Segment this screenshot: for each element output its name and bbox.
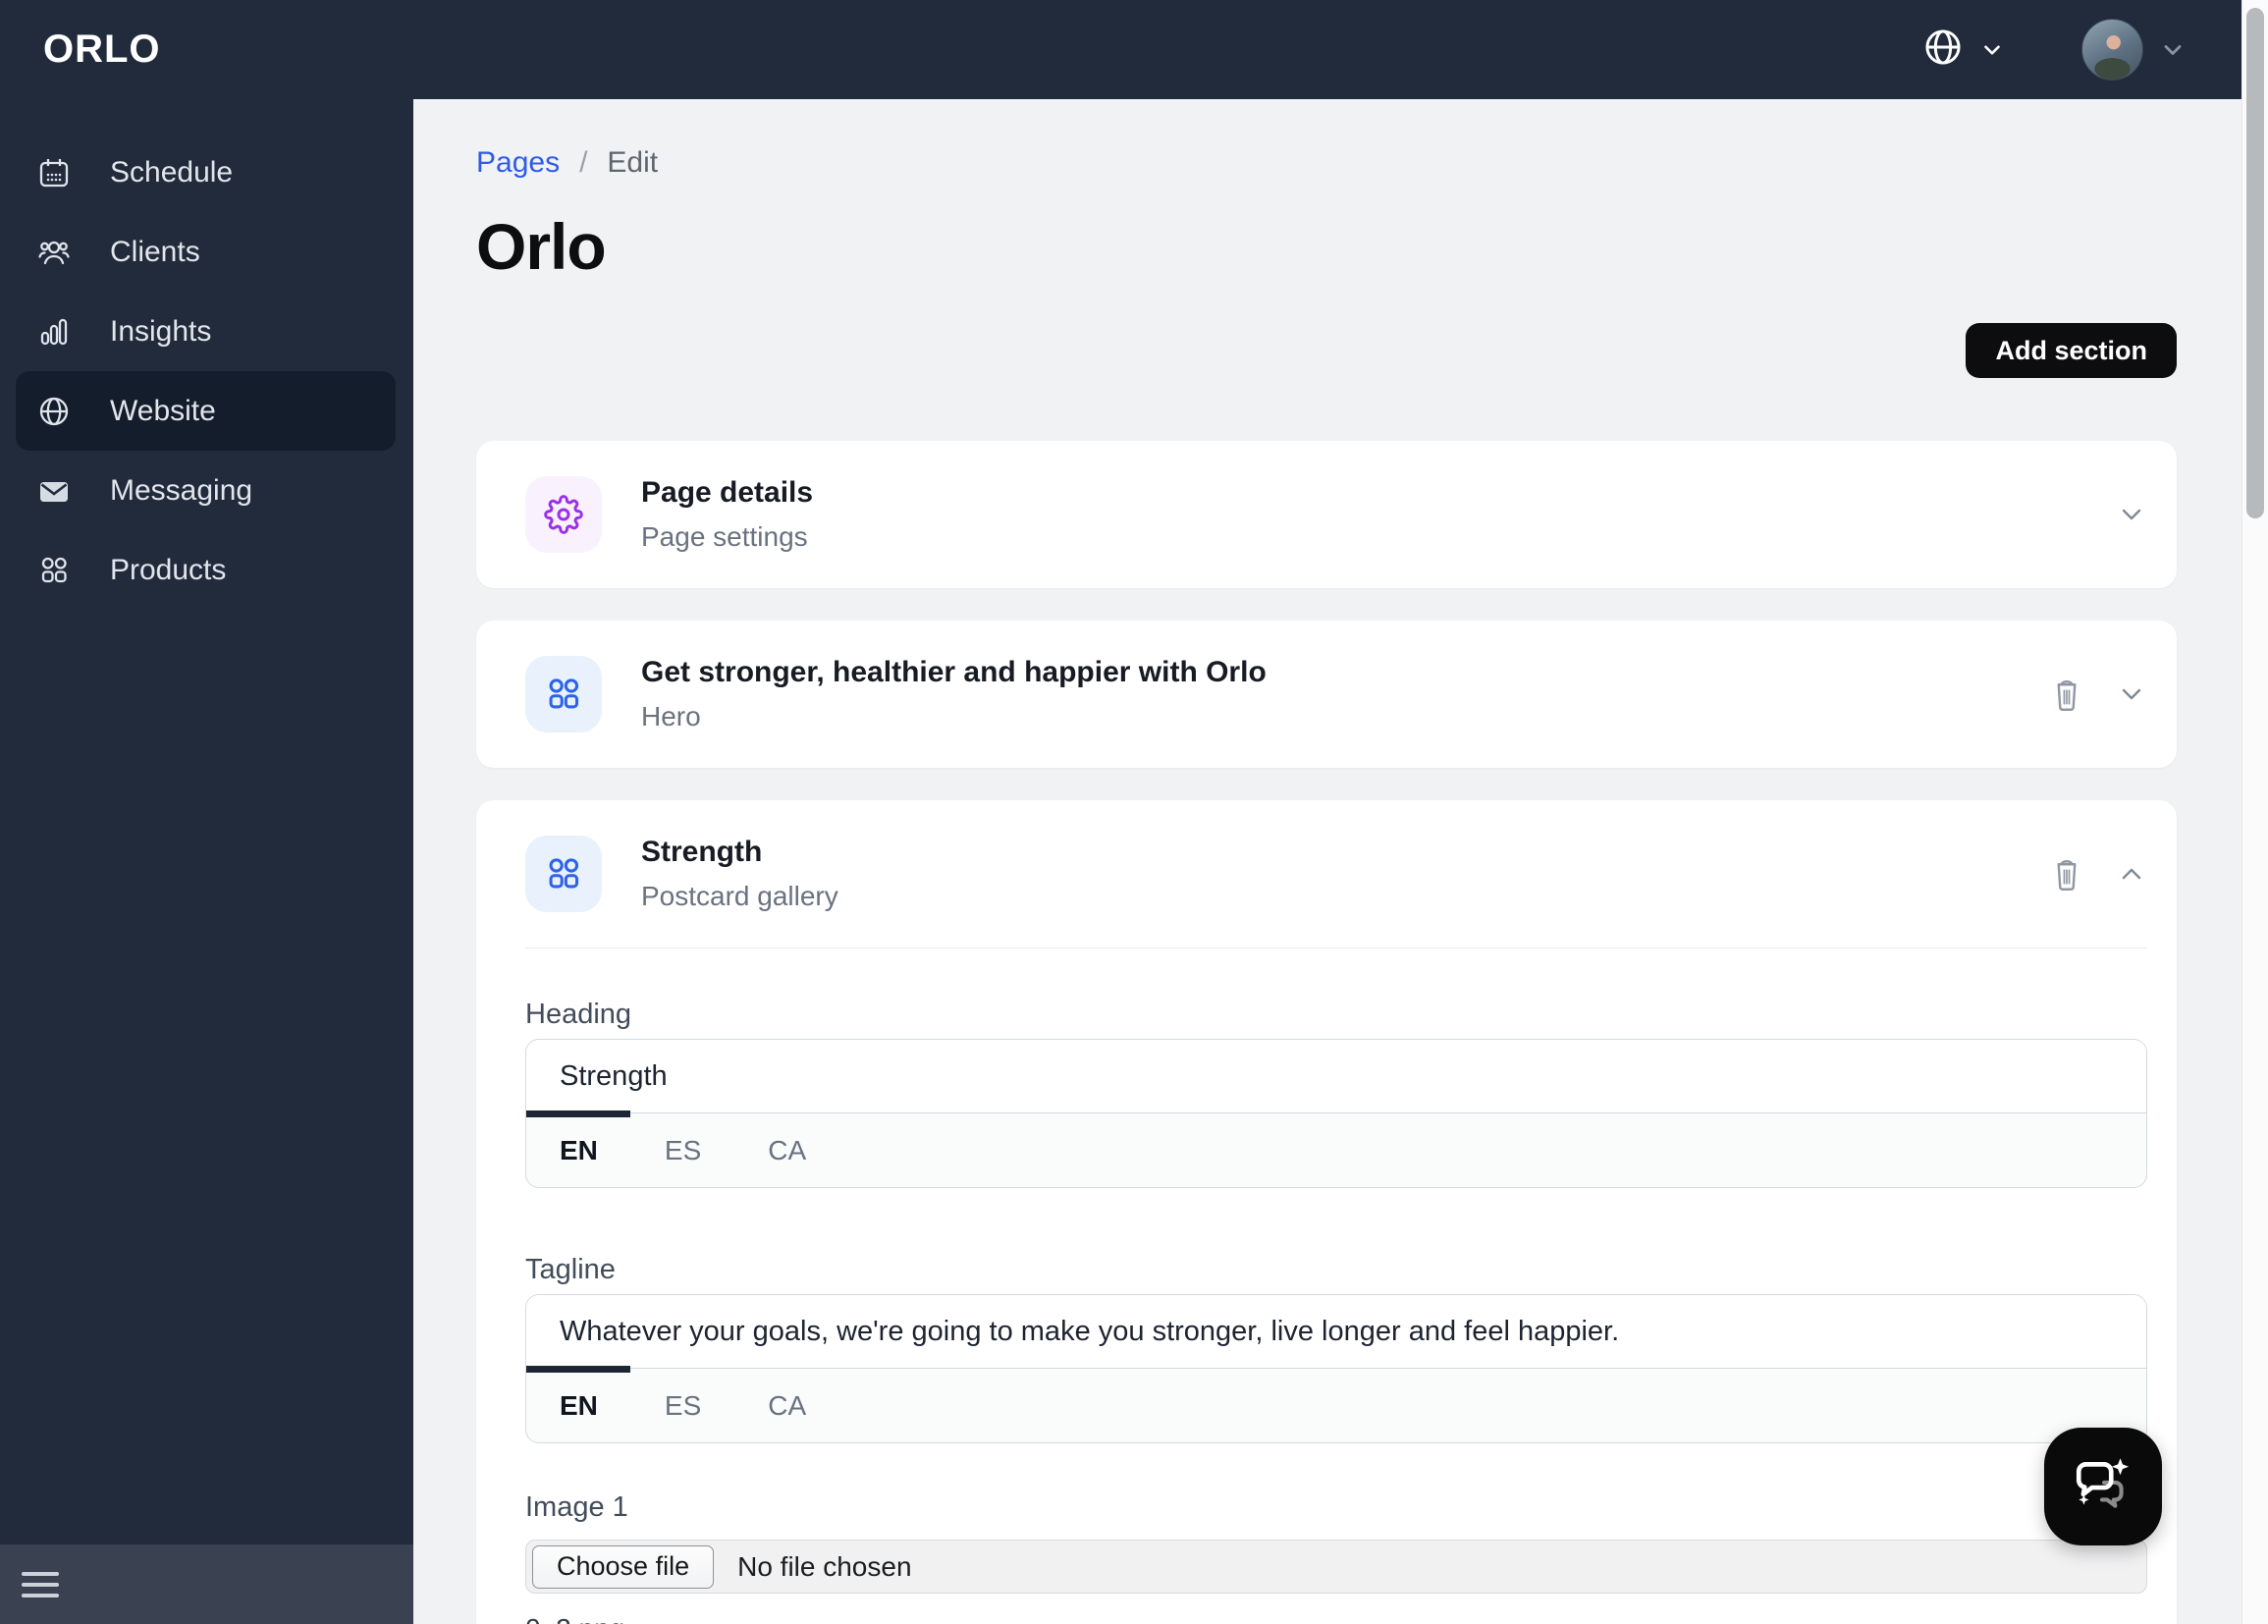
tab-ca[interactable]: CA — [768, 1135, 806, 1166]
grid-icon — [525, 836, 602, 912]
scrollbar-thumb[interactable] — [2246, 8, 2264, 518]
trash-icon[interactable] — [2049, 677, 2084, 712]
section-card-header[interactable]: Strength Postcard gallery — [476, 800, 2177, 947]
grid-icon — [37, 554, 71, 587]
chevron-down-icon[interactable] — [2116, 499, 2147, 530]
sidebar-item-label: Messaging — [110, 473, 253, 507]
grid-icon — [525, 656, 602, 732]
section-title: Page details — [641, 476, 814, 509]
topbar: ORLO — [0, 0, 2241, 99]
breadcrumb-pages-link[interactable]: Pages — [476, 146, 560, 180]
sidebar-item-label: Clients — [110, 235, 200, 268]
tab-es[interactable]: ES — [665, 1135, 701, 1166]
chevron-up-icon[interactable] — [2116, 858, 2147, 890]
choose-file-button[interactable]: Choose file — [532, 1544, 715, 1589]
section-subtitle: Hero — [641, 701, 701, 731]
language-tabs: EN ES CA — [526, 1113, 2146, 1187]
tagline-field-label: Tagline — [525, 1254, 616, 1285]
scrollbar-track[interactable] — [2241, 0, 2268, 1624]
section-card-hero: Get stronger, healthier and happier with… — [476, 621, 2177, 768]
heading-field: Strength EN ES CA — [525, 1039, 2147, 1188]
sidebar-item-schedule[interactable]: Schedule — [16, 133, 396, 212]
active-tab-indicator — [526, 1366, 630, 1373]
chevron-down-icon — [2159, 36, 2187, 64]
sidebar-footer — [0, 1544, 413, 1624]
chevron-down-icon[interactable] — [2116, 678, 2147, 710]
sidebar-item-label: Website — [110, 394, 216, 427]
globe-icon — [1922, 27, 1964, 73]
sidebar-item-label: Schedule — [110, 155, 234, 189]
sidebar-item-messaging[interactable]: Messaging — [16, 451, 396, 530]
section-subtitle: Page settings — [641, 521, 808, 552]
main-content: Pages / Edit Orlo Add section Page detai… — [413, 99, 2241, 1624]
breadcrumb-separator: / — [579, 146, 588, 179]
section-title: Strength — [641, 836, 763, 868]
users-icon — [37, 236, 71, 269]
chat-assistant-button[interactable] — [2044, 1428, 2162, 1545]
trash-icon[interactable] — [2049, 856, 2084, 892]
avatar — [2081, 19, 2143, 81]
envelope-icon — [37, 474, 71, 508]
section-card-page-details: Page details Page settings — [476, 441, 2177, 588]
sidebar: Schedule Clients Insights Website Messag… — [0, 99, 413, 1624]
image1-file-input: Choose file No file chosen — [525, 1540, 2147, 1594]
sidebar-item-insights[interactable]: Insights — [16, 292, 396, 371]
sidebar-item-label: Products — [110, 553, 227, 586]
calendar-icon — [37, 156, 71, 189]
language-tabs: EN ES CA — [526, 1369, 2146, 1442]
section-card-header[interactable]: Get stronger, healthier and happier with… — [476, 621, 2177, 768]
brand-logo[interactable]: ORLO — [43, 27, 161, 72]
gear-icon — [525, 476, 602, 553]
tab-en[interactable]: EN — [560, 1135, 598, 1166]
add-section-button[interactable]: Add section — [1966, 323, 2177, 378]
sidebar-item-label: Insights — [110, 314, 212, 348]
file-status: No file chosen — [737, 1550, 912, 1582]
sidebar-item-clients[interactable]: Clients — [16, 212, 396, 292]
page-title: Orlo — [476, 210, 607, 283]
tagline-field: Whatever your goals, we're going to make… — [525, 1294, 2147, 1443]
sidebar-item-products[interactable]: Products — [16, 530, 396, 610]
section-subtitle: Postcard gallery — [641, 881, 838, 911]
heading-input[interactable]: Strength — [526, 1040, 2146, 1113]
tab-es[interactable]: ES — [665, 1390, 701, 1422]
active-tab-indicator — [526, 1110, 630, 1117]
tagline-input[interactable]: Whatever your goals, we're going to make… — [526, 1295, 2146, 1369]
image1-field-label: Image 1 — [525, 1491, 628, 1523]
globe-icon — [37, 395, 71, 428]
breadcrumb-current: Edit — [607, 146, 659, 179]
tab-en[interactable]: EN — [560, 1390, 598, 1422]
chevron-down-icon — [1979, 37, 2005, 63]
current-file-name: 0_2.png — [525, 1613, 2147, 1624]
language-selector[interactable] — [1922, 27, 2005, 73]
menu-icon[interactable] — [22, 1565, 59, 1604]
section-card-header[interactable]: Page details Page settings — [476, 441, 2177, 588]
bar-chart-icon — [37, 315, 71, 349]
profile-menu[interactable] — [2005, 19, 2187, 81]
section-card-strength: Strength Postcard gallery Heading Streng… — [476, 800, 2177, 1624]
section-title: Get stronger, healthier and happier with… — [641, 656, 1267, 688]
tab-ca[interactable]: CA — [768, 1390, 806, 1422]
breadcrumb: Pages / Edit — [476, 146, 2177, 180]
divider — [525, 947, 2147, 948]
heading-field-label: Heading — [525, 999, 632, 1030]
sidebar-item-website[interactable]: Website — [16, 371, 396, 451]
chat-sparkle-icon — [2071, 1452, 2135, 1522]
